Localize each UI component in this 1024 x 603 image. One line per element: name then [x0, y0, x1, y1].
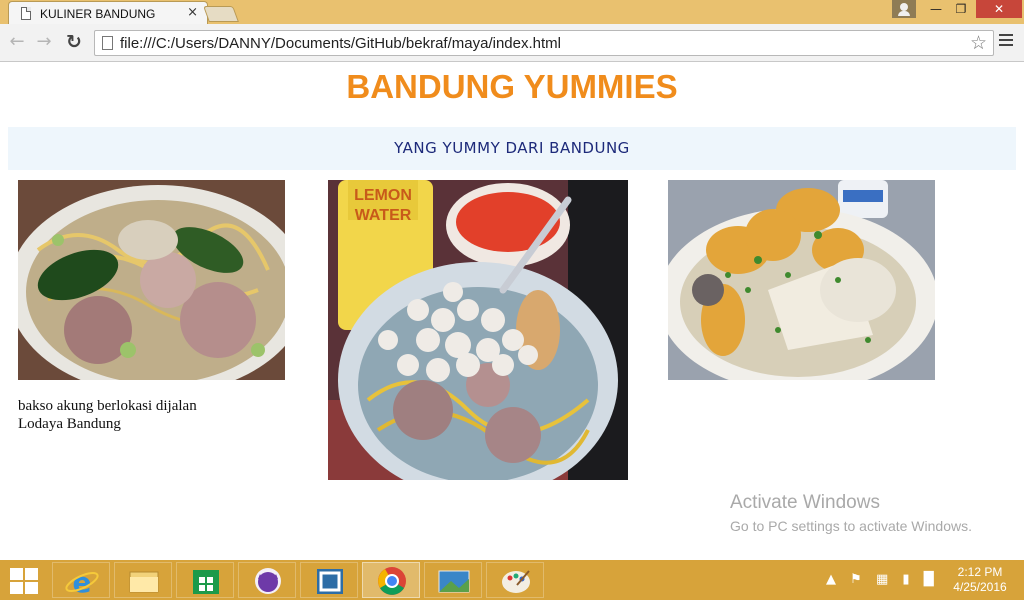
chrome-icon[interactable]: [362, 562, 420, 598]
page-icon: [102, 36, 113, 50]
start-button[interactable]: [8, 566, 40, 594]
watermark-subtitle: Go to PC settings to activate Windows.: [730, 518, 972, 534]
svg-text:e: e: [73, 566, 92, 599]
file-explorer-icon[interactable]: [114, 562, 172, 598]
title-bar: KULINER BANDUNG × — ❐ ✕: [0, 0, 1024, 24]
food-photo-bakso: [18, 180, 285, 380]
star-icon[interactable]: ☆: [970, 32, 987, 54]
page-icon: [21, 7, 31, 20]
store-icon[interactable]: [176, 562, 234, 598]
activate-windows-watermark: Activate Windows Go to PC settings to ac…: [730, 492, 972, 534]
food-photo-siomay: [668, 180, 935, 380]
app-window-icon[interactable]: [300, 562, 358, 598]
page-content: BANDUNG YUMMIES YANG YUMMY DARI BANDUNG: [0, 62, 1024, 560]
svg-text:WATER: WATER: [355, 207, 412, 224]
forward-icon[interactable]: →: [32, 30, 56, 54]
flag-icon[interactable]: ⚑: [850, 572, 862, 587]
clock-date: 4/25/2016: [953, 580, 1007, 594]
paint-icon[interactable]: [486, 562, 544, 598]
taskbar: e ▲ ⚑ ▦ ▮ █ 2:12 PM 4/25/2016: [0, 560, 1024, 600]
user-icon[interactable]: [892, 0, 916, 18]
taskbar-clock[interactable]: 2:12 PM 4/25/2016: [944, 565, 1016, 595]
photo-viewer-icon[interactable]: [424, 562, 482, 598]
tagline: YANG YUMMY DARI BANDUNG: [394, 139, 630, 157]
minimize-button[interactable]: —: [924, 0, 948, 18]
reload-icon[interactable]: ↻: [62, 30, 86, 54]
battery-icon[interactable]: ▮: [902, 572, 909, 587]
network-icon[interactable]: ▦: [876, 572, 888, 587]
clock-time: 2:12 PM: [957, 565, 1003, 579]
browser-tab[interactable]: KULINER BANDUNG ×: [8, 1, 208, 24]
new-tab-button[interactable]: [203, 6, 239, 22]
svg-text:LEMON: LEMON: [354, 187, 412, 204]
menu-icon[interactable]: [999, 34, 1013, 48]
address-bar[interactable]: file:///C:/Users/DANNY/Documents/GitHub/…: [94, 30, 994, 56]
maximize-button[interactable]: ❐: [948, 0, 974, 18]
close-button[interactable]: ✕: [976, 0, 1022, 18]
page-title: BANDUNG YUMMIES: [346, 68, 678, 105]
url-text[interactable]: file:///C:/Users/DANNY/Documents/GitHub/…: [120, 35, 561, 52]
tab-title: KULINER BANDUNG: [40, 7, 156, 21]
tagline-bar: YANG YUMMY DARI BANDUNG: [8, 127, 1016, 170]
cat-app-icon[interactable]: [238, 562, 296, 598]
internet-explorer-icon[interactable]: e: [52, 562, 110, 599]
tab-close-icon[interactable]: ×: [187, 5, 198, 21]
system-tray: ▲ ⚑ ▦ ▮ █: [826, 572, 944, 587]
browser-toolbar: ← → ↻ file:///C:/Users/DANNY/Documents/G…: [0, 24, 1024, 62]
watermark-title: Activate Windows: [730, 492, 880, 513]
food-photo-bakso-bowl: LEMON WATER: [328, 180, 628, 480]
signal-icon[interactable]: █: [924, 572, 934, 587]
photo-caption: bakso akung berlokasi dijalan Lodaya Ban…: [18, 398, 197, 432]
back-icon[interactable]: ←: [5, 30, 29, 54]
tray-expand-icon[interactable]: ▲: [826, 572, 836, 587]
